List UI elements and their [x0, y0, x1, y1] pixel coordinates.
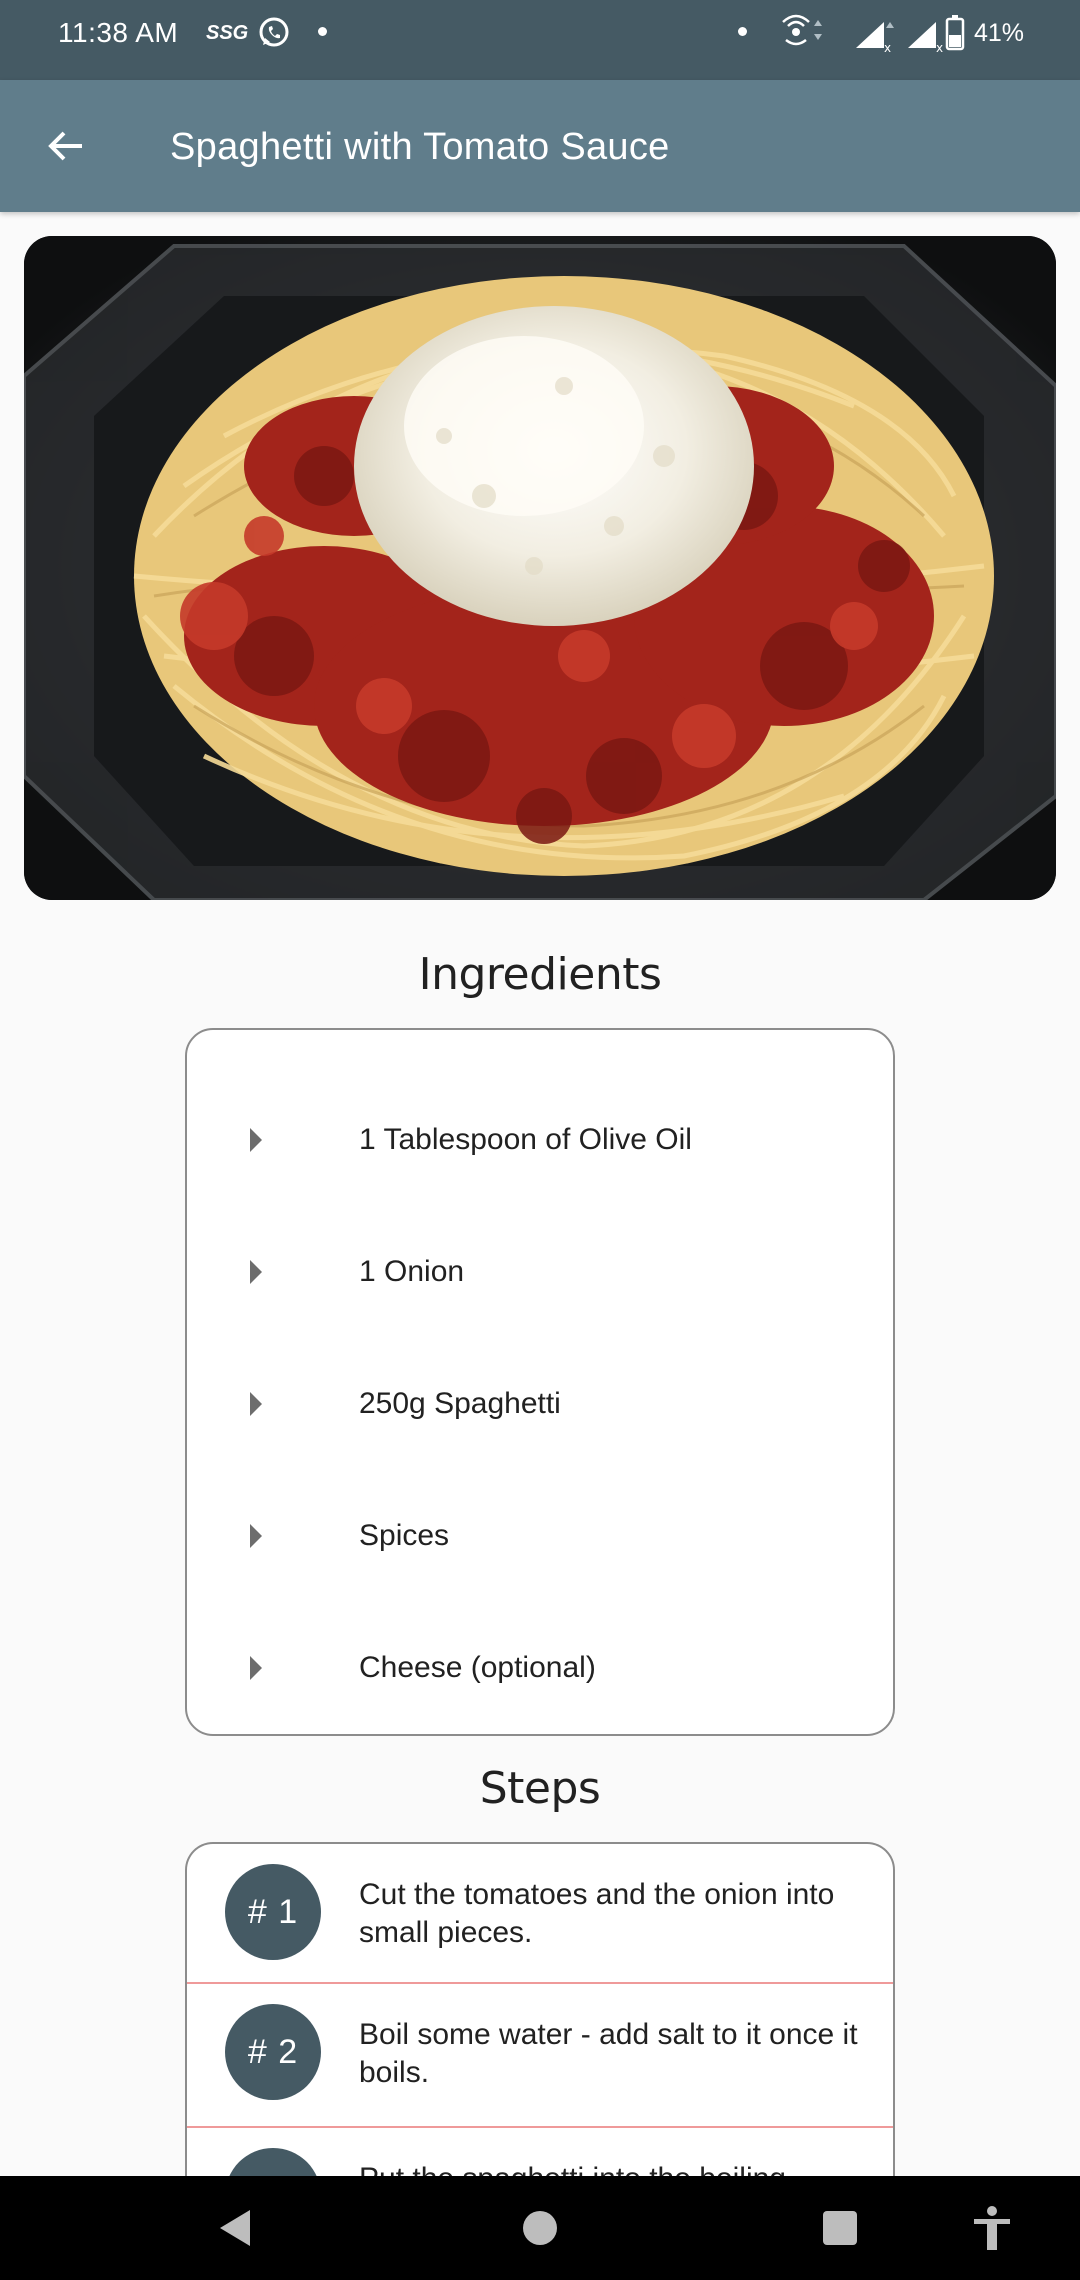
- ingredient-label: Spices: [359, 1519, 450, 1552]
- ingredient-label: Cheese (optional): [359, 1651, 596, 1684]
- ingredient-label: 1 Tablespoon of Olive Oil: [359, 1123, 692, 1156]
- nav-home-button[interactable]: [500, 2196, 580, 2260]
- nav-back-button[interactable]: [196, 2196, 276, 2260]
- signal-icon: x: [856, 22, 894, 54]
- bullet-arrow-icon: [250, 1128, 262, 1152]
- step-text: Boil some water - add salt to it once it…: [359, 2018, 858, 2089]
- status-bar: 11:38 AM SSG x x 41%: [0, 0, 1080, 80]
- back-button[interactable]: [28, 110, 104, 182]
- bullet-arrow-icon: [250, 1524, 262, 1548]
- svg-text:x: x: [936, 41, 943, 54]
- whatsapp-icon: [259, 17, 289, 47]
- step-number-badge: # 2: [225, 2004, 321, 2100]
- list-item: 1 Tablespoon of Olive Oil: [187, 1074, 893, 1206]
- system-nav-bar: [0, 2176, 1080, 2280]
- battery-icon: [945, 15, 965, 51]
- notification-dot: [318, 27, 327, 36]
- ingredient-label: 1 Onion: [359, 1255, 465, 1288]
- steps-heading: Steps: [479, 1763, 601, 1814]
- list-item: Spices: [187, 1470, 893, 1602]
- page-title: Spaghetti with Tomato Sauce: [170, 126, 670, 168]
- step-text: Cut the tomatoes and the onion into smal…: [359, 1878, 835, 1949]
- ingredients-heading: Ingredients: [418, 949, 662, 1000]
- notification-dot: [738, 27, 747, 36]
- recipe-image: [24, 236, 1056, 900]
- bullet-arrow-icon: [250, 1656, 262, 1680]
- svg-text:x: x: [884, 41, 891, 54]
- accessibility-button[interactable]: [952, 2196, 1032, 2260]
- arrow-back-icon: [48, 131, 82, 161]
- list-item: 250g Spaghetti: [187, 1338, 893, 1470]
- nav-recents-button[interactable]: [800, 2196, 880, 2260]
- list-item: 1 Onion: [187, 1206, 893, 1338]
- step-number-badge: # 1: [225, 1864, 321, 1960]
- ingredients-list: 1 Tablespoon of Olive Oil 1 Onion 250g S…: [185, 1028, 895, 1736]
- step-item: # 2 Boil some water - add salt to it onc…: [187, 1982, 893, 2126]
- hotspot-icon: [782, 14, 822, 46]
- list-item: Cheese (optional): [187, 1602, 893, 1734]
- home-circle-icon: [523, 2211, 557, 2245]
- ingredient-label: 250g Spaghetti: [359, 1387, 561, 1420]
- step-item: # 1 Cut the tomatoes and the onion into …: [187, 1844, 893, 1988]
- battery-percent: 41%: [974, 19, 1025, 47]
- recents-square-icon: [823, 2211, 857, 2245]
- bullet-arrow-icon: [250, 1392, 262, 1416]
- accessibility-icon: [974, 2206, 1010, 2250]
- back-triangle-icon: [220, 2210, 250, 2246]
- bullet-arrow-icon: [250, 1260, 262, 1284]
- carrier-label: SSG: [206, 22, 249, 44]
- status-time: 11:38 AM: [58, 17, 179, 48]
- app-bar: Spaghetti with Tomato Sauce: [0, 80, 1080, 212]
